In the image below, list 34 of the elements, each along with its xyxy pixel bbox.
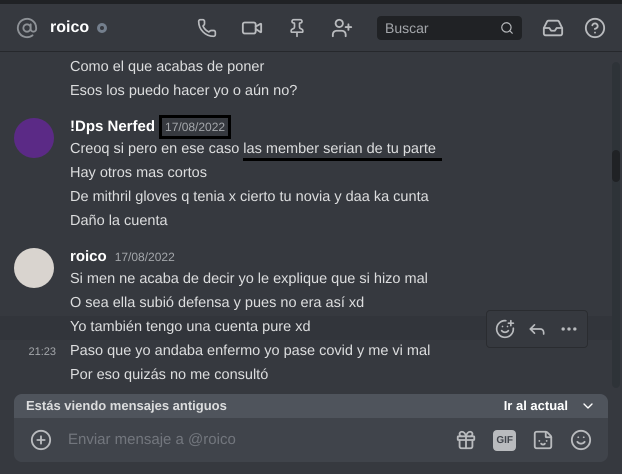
banner-text: Estás viendo mensajes antiguos xyxy=(26,397,227,416)
message-text: Por eso quizás no me consultó xyxy=(70,366,268,386)
search-field[interactable]: Buscar xyxy=(377,16,522,40)
message-text: Daño la cuenta xyxy=(70,212,168,232)
help-icon[interactable] xyxy=(584,16,606,38)
author-name[interactable]: !Dps Nerfed xyxy=(70,116,156,138)
message-text: Hay otros mas cortos xyxy=(70,164,207,184)
avatar[interactable] xyxy=(14,248,54,288)
search-icon xyxy=(500,20,514,34)
message-text: Si men ne acaba de decir yo le explique que si hizo mal xyxy=(70,270,428,290)
message-text: Esos los puedo hacer yo o aún no? xyxy=(70,82,298,102)
jump-to-present-link[interactable]: Ir al actual xyxy=(504,396,568,416)
old-messages-banner[interactable]: Estás viendo mensajes antiguos Ir al actual xyxy=(14,394,608,418)
message-text: Creoq si pero en ese caso las member serian de tu parte xyxy=(70,139,442,161)
author-name[interactable]: roico xyxy=(70,246,107,268)
channel-name: roico xyxy=(50,18,90,38)
message-text: O sea ella subió defensa y pues no era así xd xyxy=(70,294,364,314)
call-icon[interactable] xyxy=(197,18,217,38)
message-date: 17/08/2022 xyxy=(159,115,232,139)
message-time: 21:23 xyxy=(28,346,56,358)
message-date: 17/08/2022 xyxy=(114,249,175,266)
add-user-icon[interactable] xyxy=(331,16,353,38)
sticker-icon[interactable] xyxy=(532,429,554,451)
gif-button[interactable]: GIF xyxy=(493,430,516,450)
add-attachment-icon[interactable] xyxy=(30,429,52,451)
scrollbar-thumb[interactable] xyxy=(612,150,620,182)
at-icon xyxy=(16,16,38,38)
message-text: Yo también tengo una cuenta pure xd xyxy=(70,318,311,338)
add-reaction-icon[interactable] xyxy=(495,319,515,339)
message-text: Paso que yo andaba enfermo yo pase covid y me vi mal xyxy=(70,342,430,362)
emoji-icon[interactable] xyxy=(570,429,592,451)
message-text: Como el que acabas de poner xyxy=(70,58,264,78)
gift-icon[interactable] xyxy=(455,429,478,451)
message-text: De mithril gloves q tenia x cierto tu novia y daa ka cunta xyxy=(70,188,429,208)
